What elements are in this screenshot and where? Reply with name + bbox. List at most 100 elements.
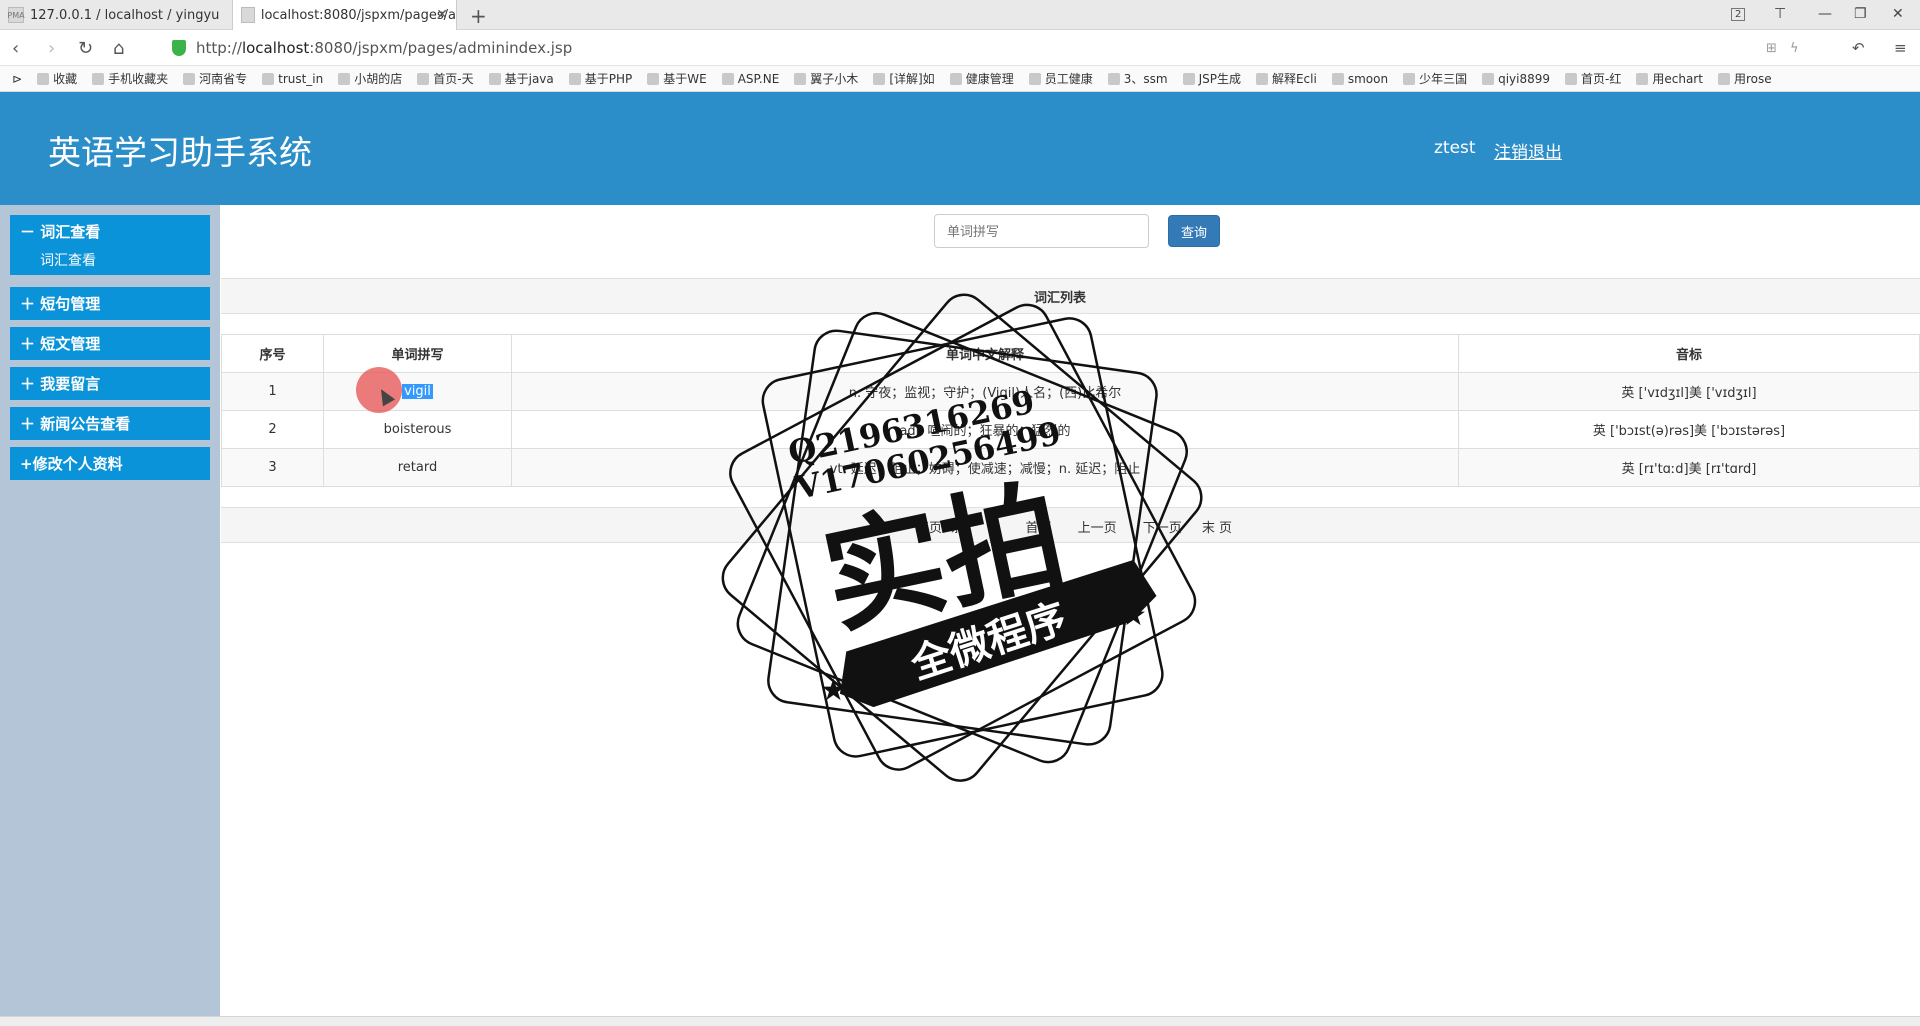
bookmark-item[interactable]: 河南省专 [183, 70, 247, 87]
reload-icon[interactable]: ↻ [78, 38, 93, 59]
minimize-icon[interactable]: — [1818, 6, 1832, 22]
tab-adminindex[interactable]: localhost:8080/jspxm/pages/a ✕ [232, 0, 457, 30]
home-icon[interactable]: ⌂ [113, 38, 124, 59]
bookmark-item[interactable]: smoon [1331, 72, 1388, 86]
sidebar-toggle-icon[interactable]: ⊳ [12, 72, 22, 86]
last-page-link[interactable]: 末 页 [1202, 521, 1232, 536]
bookmark-item[interactable]: 基于PHP [568, 70, 633, 87]
bookmark-item[interactable]: 收藏 [37, 70, 77, 87]
tab-label: localhost:8080/jspxm/pages/a [260, 7, 456, 23]
search-input[interactable] [934, 214, 1149, 248]
bookmark-label: trust_in [278, 71, 324, 86]
bookmark-label: 首页-红 [1581, 72, 1622, 86]
tab-label: 127.0.0.1 / localhost / yingyu [30, 7, 220, 23]
bookmark-item[interactable]: 员工健康 [1028, 70, 1093, 87]
browser-tab-bar: PMA 127.0.0.1 / localhost / yingyu local… [0, 0, 1920, 30]
bookmark-label: ASP.NE [737, 71, 780, 86]
bookmark-item[interactable]: 解释Ecli [1255, 70, 1317, 87]
bookmark-label: 用echart [1652, 72, 1703, 86]
search-button[interactable]: 查询 [1168, 215, 1220, 247]
cell-no: 1 [221, 372, 324, 411]
bookmark-item[interactable]: 用echart [1636, 70, 1703, 87]
bookmark-label: 员工健康 [1044, 72, 1093, 86]
bookmark-label: 基于WE [663, 72, 707, 86]
menu-sentence[interactable]: ＋ 短句管理 [10, 287, 210, 320]
bookmark-item[interactable]: JSP生成 [1182, 70, 1241, 87]
watermark-banner-text: 全微程序 [905, 595, 1072, 689]
new-tab-icon[interactable]: + [470, 4, 487, 28]
selected-word: vigil [402, 384, 433, 399]
next-page-link[interactable]: 下一页 [1143, 521, 1182, 536]
bookmark-icon [1107, 72, 1120, 85]
bookmark-item[interactable]: 手机收藏夹 [92, 70, 168, 87]
table-row[interactable]: 1 vigil n. 守夜；监视；守护；(Vigil)人名；(西)比希尔 英 [… [221, 372, 1920, 411]
menu-profile[interactable]: +修改个人资料 [10, 447, 210, 480]
bookmark-item[interactable]: ASP.NE [721, 71, 780, 86]
menu-news[interactable]: ＋ 新闻公告查看 [10, 407, 210, 440]
bookmark-item[interactable]: trust_in [262, 72, 323, 86]
star-icon: ★ [820, 673, 847, 708]
bookmark-item[interactable]: 少年三国 [1403, 70, 1467, 87]
bookmark-item[interactable]: 首页-天 [417, 70, 474, 87]
close-icon[interactable]: ✕ [436, 7, 448, 23]
bookmark-label: [详解]如 [889, 72, 935, 86]
cell-phonetic: 英 ['vɪdʒɪl]美 ['vɪdʒɪl] [1458, 372, 1920, 411]
tab-phpmyadmin[interactable]: PMA 127.0.0.1 / localhost / yingyu [0, 0, 230, 30]
bookmark-item[interactable]: 基于java [488, 70, 554, 87]
menu-essay[interactable]: ＋ 短文管理 [10, 327, 210, 360]
menu-message[interactable]: ＋ 我要留言 [10, 367, 210, 400]
bookmark-icon [338, 72, 351, 85]
app-header: 英语学习助手系统 ztest 注销退出 [0, 92, 1920, 205]
table-row[interactable]: 3 retard vt. 延迟；阻止；妨碍；使减速；减慢；n. 延迟；阻止 英 … [221, 448, 1920, 487]
bookmark-icon [1565, 72, 1578, 85]
tab-count-badge[interactable]: 2 [1731, 8, 1746, 21]
bookmark-label: 解释Ecli [1271, 72, 1317, 86]
bookmark-label: 基于PHP [584, 72, 633, 86]
url-field[interactable]: http://localhost:8080/jspxm/pages/admini… [196, 39, 572, 57]
first-page-link[interactable]: 首页 [1025, 521, 1051, 536]
grid-icon[interactable]: ⊞ [1766, 41, 1777, 56]
username: ztest [1434, 138, 1476, 158]
bookmark-label: 小胡的店 [354, 72, 403, 86]
bookmark-item[interactable]: 基于WE [647, 70, 707, 87]
lightning-icon[interactable]: ϟ [1790, 41, 1799, 56]
status-bar [0, 1016, 1920, 1026]
bookmark-icon [1182, 72, 1195, 85]
bookmark-icon [417, 72, 430, 85]
watermark-banner [839, 559, 1157, 708]
menu-icon[interactable]: ≡ [1894, 39, 1907, 57]
bookmarks-bar: ⊳ 收藏 手机收藏夹 河南省专 trust_in 小胡的店 首页-天 基于java 基于PHP 基… [0, 66, 1920, 92]
bookmark-item[interactable]: 健康管理 [949, 70, 1014, 87]
bookmark-item[interactable]: 小胡的店 [338, 70, 402, 87]
bookmark-label: 用rose [1733, 72, 1772, 86]
undo-icon[interactable]: ↶ [1852, 39, 1865, 57]
bookmark-icon [92, 72, 105, 85]
table-row[interactable]: 2 boisterous adj. 喧闹的；狂暴的；猛烈的 英 ['bɔɪst(… [221, 410, 1920, 449]
bookmark-item[interactable]: qiyi8899 [1482, 72, 1550, 86]
bookmark-item[interactable]: [详解]如 [873, 70, 935, 87]
back-icon[interactable]: ‹ [12, 38, 19, 59]
col-no: 序号 [221, 334, 324, 373]
sidebar-subitem-vocab[interactable]: 词汇查看 [40, 250, 96, 270]
logout-link[interactable]: 注销退出 [1494, 138, 1562, 163]
window-close-icon[interactable]: ✕ [1892, 6, 1904, 22]
bookmark-icon [1482, 72, 1495, 85]
watermark-big-text: 实拍 [812, 466, 1076, 652]
bookmark-icon [183, 72, 196, 85]
bookmark-item[interactable]: 翼子小木 [794, 70, 858, 87]
bookmark-label: 手机收藏夹 [108, 72, 169, 86]
forward-icon[interactable]: › [48, 38, 55, 59]
bookmark-label: 首页-天 [433, 72, 474, 86]
bookmark-icon [949, 72, 962, 85]
bookmark-item[interactable]: 用rose [1717, 70, 1772, 87]
bookmark-label: 翼子小木 [810, 72, 859, 86]
list-title: 词汇列表 [1034, 291, 1087, 306]
shirt-icon[interactable]: ⊤ [1774, 6, 1786, 22]
restore-icon[interactable]: ❐ [1854, 6, 1867, 22]
bookmark-item[interactable]: 首页-红 [1565, 70, 1621, 87]
bookmark-icon [1403, 72, 1416, 85]
table-header-row: 序号 单词拼写 单词中文解释 音标 [221, 334, 1920, 373]
prev-page-link[interactable]: 上一页 [1078, 521, 1117, 536]
col-word: 单词拼写 [323, 334, 512, 373]
bookmark-item[interactable]: 3、ssm [1107, 70, 1168, 87]
